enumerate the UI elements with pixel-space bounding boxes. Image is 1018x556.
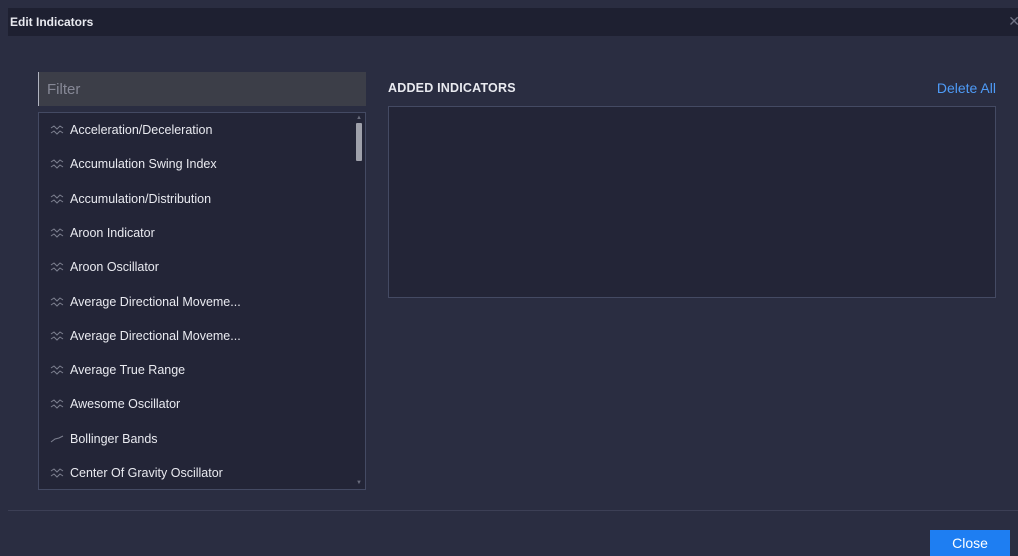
indicator-label: Bollinger Bands <box>70 431 158 446</box>
dual-line-chart-icon <box>50 364 64 376</box>
indicator-list-item[interactable]: Accumulation Swing Index <box>39 147 349 181</box>
indicator-list-item[interactable]: Bollinger Bands <box>39 422 349 456</box>
edit-indicators-dialog: Edit Indicators ✕ ▲ ▼ Acceleration/Decel… <box>0 0 1018 556</box>
indicator-list[interactable]: ▲ ▼ Acceleration/Deceleration Accumulatio… <box>38 112 366 490</box>
indicator-label: Accumulation Swing Index <box>70 157 217 172</box>
indicator-list-item[interactable]: Average True Range <box>39 353 349 387</box>
dual-line-chart-icon <box>50 261 64 273</box>
indicator-list-scrollbar[interactable]: ▲ ▼ <box>353 113 365 489</box>
filter-input[interactable] <box>38 72 366 106</box>
dialog-footer: Close <box>8 511 1018 556</box>
indicator-list-item[interactable]: Acceleration/Deceleration <box>39 113 349 147</box>
scroll-down-arrow-icon[interactable]: ▼ <box>356 480 362 486</box>
close-icon[interactable]: ✕ <box>1008 14 1018 28</box>
indicator-list-item[interactable]: Aroon Indicator <box>39 216 349 250</box>
dual-line-chart-icon <box>50 467 64 479</box>
scrollbar-thumb[interactable] <box>356 123 362 161</box>
indicator-label: Average True Range <box>70 363 186 378</box>
dual-line-chart-icon <box>50 296 64 308</box>
indicator-label: Average Directional Moveme... <box>70 294 241 309</box>
added-indicators-heading: ADDED INDICATORS <box>388 81 516 95</box>
indicator-list-item[interactable]: Average Directional Moveme... <box>39 319 349 353</box>
indicator-label: Center Of Gravity Oscillator <box>70 466 223 480</box>
indicator-label: Aroon Indicator <box>70 225 155 240</box>
indicator-label: Accumulation/Distribution <box>70 191 212 206</box>
scroll-up-arrow-icon[interactable]: ▲ <box>356 115 362 121</box>
dual-line-chart-icon <box>50 158 64 170</box>
close-button[interactable]: Close <box>930 530 1010 556</box>
dual-line-chart-icon <box>50 398 64 410</box>
indicator-label: Aroon Oscillator <box>70 260 159 275</box>
dual-line-chart-icon <box>50 330 64 342</box>
dual-line-chart-icon <box>50 227 64 239</box>
dialog-title: Edit Indicators <box>10 15 94 29</box>
single-line-chart-icon <box>50 433 64 445</box>
indicator-label: Acceleration/Deceleration <box>70 123 213 137</box>
indicator-label: Average Directional Moveme... <box>70 328 241 343</box>
indicator-list-item[interactable]: Average Directional Moveme... <box>39 285 349 319</box>
indicator-list-item[interactable]: Center Of Gravity Oscillator <box>39 456 349 489</box>
delete-all-link[interactable]: Delete All <box>937 80 996 96</box>
dual-line-chart-icon <box>50 193 64 205</box>
dual-line-chart-icon <box>50 124 64 136</box>
indicator-list-item[interactable]: Awesome Oscillator <box>39 387 349 421</box>
added-indicators-list <box>388 106 996 298</box>
indicator-label: Awesome Oscillator <box>70 397 181 412</box>
indicator-list-item[interactable]: Accumulation/Distribution <box>39 182 349 216</box>
dialog-body: ▲ ▼ Acceleration/Deceleration Accumulatio… <box>8 36 1018 510</box>
dialog-titlebar: Edit Indicators ✕ <box>8 8 1018 36</box>
indicator-list-item[interactable]: Aroon Oscillator <box>39 250 349 284</box>
